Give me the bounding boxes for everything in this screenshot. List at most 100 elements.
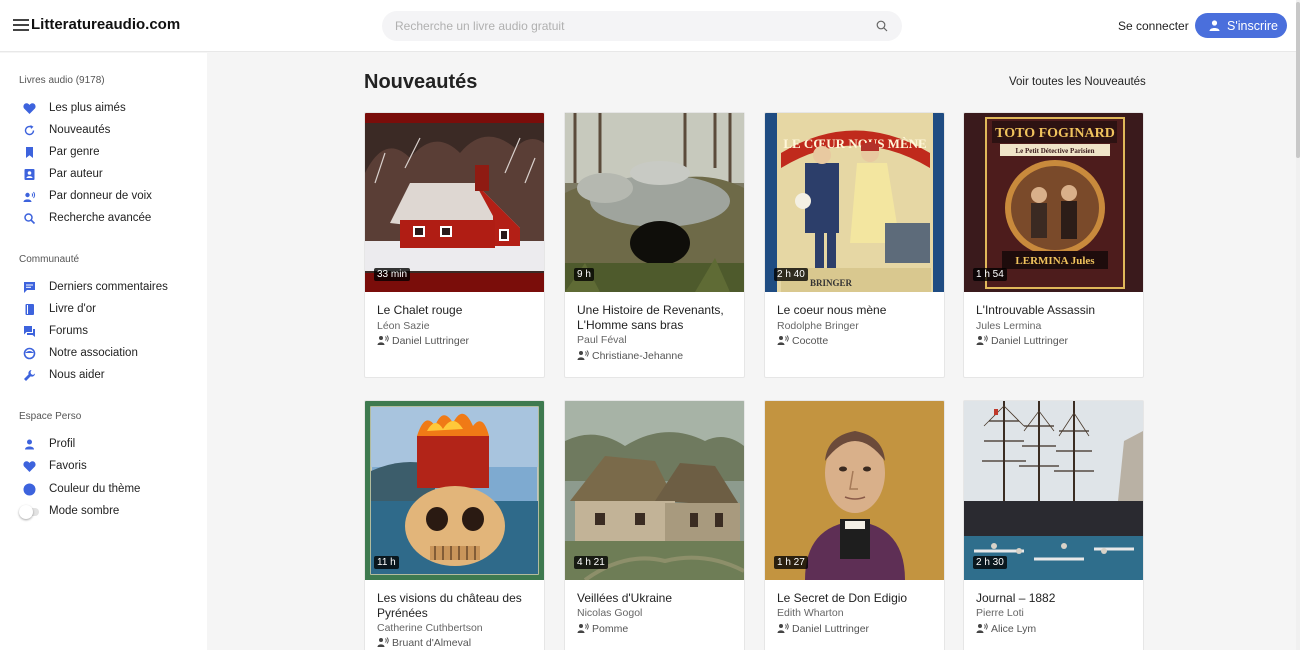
sidebar-item-label: Les plus aimés [49,102,126,114]
bookmark-icon [26,147,33,158]
section-title-community: Communauté [19,254,80,265]
login-link[interactable]: Se connecter [1118,19,1189,33]
search-input[interactable] [395,11,865,41]
book-title[interactable]: Veillées d'Ukraine [577,591,737,606]
sidebar-item-label: Favoris [49,460,87,472]
scrollbar-thumb[interactable] [1296,2,1300,158]
sidebar-item-author[interactable]: Par auteur [0,164,207,186]
cover-subtitle-text: Le Petit Détective Parisien [1015,147,1094,155]
comment-icon [24,282,35,293]
sidebar-item-comments[interactable]: Derniers commentaires [0,277,207,299]
sidebar-item-favorites[interactable]: Favoris [0,456,207,478]
sidebar-item-theme-color[interactable]: Couleur du thème [0,479,207,501]
signup-button[interactable]: S'inscrire [1195,13,1287,38]
sidebar-item-label: Nouveautés [49,124,111,136]
reader-name: Pomme [592,623,629,635]
book-title[interactable]: Le coeur nous mène [777,303,937,318]
top-header: Litteratureaudio.com Se connecter S'insc… [0,0,1296,52]
book-author[interactable]: Léon Sazie [377,320,430,332]
duration-badge: 1 h 27 [774,556,808,569]
book-author[interactable]: Jules Lermina [976,320,1041,332]
sidebar-item-profile[interactable]: Profil [0,434,207,456]
sidebar-item-label: Livre d'or [49,303,96,315]
book-cover-image [365,401,544,580]
cover-author-text: LERMINA Jules [1015,255,1095,267]
sidebar-item-label: Recherche avancée [49,212,152,224]
book-reader[interactable]: Bruant d'Almeval [377,637,471,649]
voice-icon [577,350,589,360]
book-card[interactable]: TOTO FOGINARD Le Petit Détective Parisie… [963,112,1144,378]
signup-label: S'inscrire [1227,19,1279,33]
book-reader[interactable]: Christiane-Jehanne [577,350,683,362]
duration-badge: 33 min [374,268,411,281]
user-icon [25,439,34,450]
book-card[interactable]: 1 h 27 Le Secret de Don Edigio Edith Wha… [764,400,945,650]
dark-mode-toggle[interactable] [19,505,39,519]
book-author[interactable]: Nicolas Gogol [577,607,642,619]
sidebar-item-label: Mode sombre [49,505,120,517]
duration-badge: 4 h 21 [574,556,608,569]
page-title: Nouveautés [364,71,478,93]
heart-icon [23,461,36,472]
search-icon[interactable] [876,20,888,32]
book-card[interactable]: LE CŒUR NOUS MÈNE BRINGER 2 h 40 Le coeu… [764,112,945,378]
book-reader[interactable]: Alice Lym [976,623,1036,635]
heart-icon [23,103,36,114]
book-card[interactable]: 2 h 30 Journal – 1882 Pierre Loti Alice … [963,400,1144,650]
book-cover-image: TOTO FOGINARD Le Petit Détective Parisie… [964,113,1143,292]
cover-title-text: LE CŒUR NOUS MÈNE [783,136,926,151]
search-icon [24,213,36,225]
book-title[interactable]: Le Chalet rouge [377,303,537,318]
sidebar-item-forums[interactable]: Forums [0,321,207,343]
voice-icon [377,637,389,647]
voice-icon [976,335,988,345]
book-card[interactable]: 9 h Une Histoire de Revenants, L'Homme s… [564,112,745,378]
see-all-link[interactable]: Voir toutes les Nouveautés [1009,76,1146,88]
forum-icon [24,326,35,337]
cover-author-text: BRINGER [810,278,853,288]
sidebar-item-new[interactable]: Nouveautés [0,120,207,142]
color-dot-icon [23,483,36,496]
refresh-icon [24,125,35,136]
book-author[interactable]: Pierre Loti [976,607,1024,619]
book-reader[interactable]: Daniel Luttringer [976,335,1068,347]
sidebar-item-most-liked[interactable]: Les plus aimés [0,98,207,120]
book-card[interactable]: 33 min Le Chalet rouge Léon Sazie Daniel… [364,112,545,378]
cover-title-text: TOTO FOGINARD [995,126,1115,141]
book-title[interactable]: Le Secret de Don Edigio [777,591,937,606]
duration-badge: 11 h [374,556,399,569]
book-author[interactable]: Edith Wharton [777,607,844,619]
sidebar-item-guestbook[interactable]: Livre d'or [0,299,207,321]
section-title-personal: Espace Perso [19,411,82,422]
book-author[interactable]: Paul Féval [577,334,627,346]
hamburger-menu-icon[interactable] [13,19,29,33]
book-author[interactable]: Catherine Cuthbertson [377,622,483,634]
book-title[interactable]: L'Introuvable Assassin [976,303,1136,318]
book-reader[interactable]: Pomme [577,623,628,635]
reader-name: Daniel Luttringer [991,335,1069,347]
search-bar[interactable] [382,11,902,41]
sidebar-item-label: Par donneur de voix [49,190,152,202]
book-reader[interactable]: Cocotte [777,335,828,347]
book-cover-image [365,113,544,292]
sidebar-item-genre[interactable]: Par genre [0,142,207,164]
book-reader[interactable]: Daniel Luttringer [377,335,469,347]
sidebar-item-label: Par auteur [49,168,103,180]
reader-name: Cocotte [792,335,829,347]
sidebar-item-label: Couleur du thème [49,483,141,495]
book-title[interactable]: Journal – 1882 [976,591,1136,606]
book-author[interactable]: Rodolphe Bringer [777,320,859,332]
book-title[interactable]: Une Histoire de Revenants, L'Homme sans … [577,303,737,333]
sidebar-item-help[interactable]: Nous aider [0,365,207,387]
book-reader[interactable]: Daniel Luttringer [777,623,869,635]
sidebar-item-association[interactable]: Notre association [0,343,207,365]
sidebar-item-dark-mode[interactable]: Mode sombre [0,501,207,523]
sidebar-item-advanced-search[interactable]: Recherche avancée [0,208,207,230]
site-logo[interactable]: Litteratureaudio.com [31,16,180,33]
sidebar-item-voice[interactable]: Par donneur de voix [0,186,207,208]
book-cover-image: LE CŒUR NOUS MÈNE BRINGER [765,113,944,292]
book-card[interactable]: 11 h Les visions du château des Pyrénées… [364,400,545,650]
book-card[interactable]: 4 h 21 Veillées d'Ukraine Nicolas Gogol … [564,400,745,650]
book-cover-image [565,113,744,292]
book-title[interactable]: Les visions du château des Pyrénées [377,591,537,621]
